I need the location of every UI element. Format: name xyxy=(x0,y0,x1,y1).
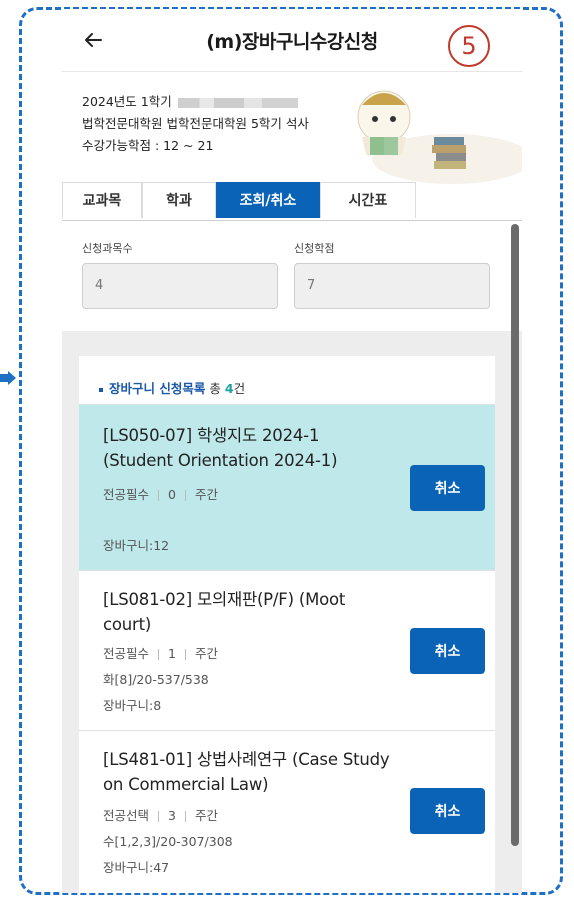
semester-text: 2024년도 1학기 xyxy=(82,94,172,109)
separator xyxy=(184,490,186,501)
redacted-name xyxy=(177,97,298,108)
course-schedule: 화[8]/20-537/538 xyxy=(103,672,209,687)
step-number-badge: 5 xyxy=(448,25,490,67)
count-suffix: 건 xyxy=(233,381,246,396)
cart-count: 장바구니:47 xyxy=(103,860,170,875)
course-credit: 0 xyxy=(168,487,176,502)
program-text: 법학전문대학원 법학전문대학원 5학기 석사 xyxy=(82,116,309,131)
course-schedule: 수[1,2,3]/20-307/308 xyxy=(103,834,233,849)
cart-item[interactable]: [LS081-02] 모의재판(P/F) (Moot court) 전공필수 1 주… xyxy=(79,570,495,730)
cancel-button[interactable]: 취소 xyxy=(410,628,485,674)
course-credit: 1 xyxy=(168,646,176,661)
cancel-button[interactable]: 취소 xyxy=(410,465,485,511)
credit-field: 7 xyxy=(294,263,490,309)
student-info: 2024년도 1학기 법학전문대학원 법학전문대학원 5학기 석사 수강가능학점… xyxy=(82,91,309,157)
separator xyxy=(158,490,160,501)
course-meta: 전공필수 0 주간 xyxy=(103,484,218,503)
pointer-arrow-icon xyxy=(0,371,16,385)
count-number: 4 xyxy=(224,381,234,396)
tab-timetable[interactable]: 시간표 xyxy=(320,182,416,218)
course-credit: 3 xyxy=(168,808,176,823)
tab-bar: 교과목 학과 조회/취소 시간표 xyxy=(62,182,522,220)
square-bullet-icon xyxy=(99,387,103,392)
scrollbar[interactable] xyxy=(511,224,519,846)
mascot-illustration xyxy=(357,90,522,184)
course-name: [LS050-07] 학생지도 2024-1 (Student Orientat… xyxy=(103,426,338,470)
tab-view-cancel[interactable]: 조회/취소 xyxy=(216,182,320,218)
cart-count: 장바구니:8 xyxy=(103,698,162,713)
cart-list-title: 장바구니 신청목록 총 4건 xyxy=(99,378,245,397)
app-header: (m)장바구니수강신청 5 xyxy=(62,9,522,71)
tabs-divider xyxy=(62,220,522,221)
separator xyxy=(184,811,186,822)
credit-label: 신청학점 xyxy=(294,242,335,255)
course-meta: 전공필수 1 주간 xyxy=(103,643,218,662)
cancel-button[interactable]: 취소 xyxy=(410,788,485,834)
header-divider xyxy=(62,71,522,72)
course-type: 전공선택 xyxy=(103,808,150,823)
app-screen: (m)장바구니수강신청 5 2024년도 1학기 법학전문대학원 법학전문대학원… xyxy=(62,9,522,893)
separator xyxy=(158,811,160,822)
course-time-type: 주간 xyxy=(194,646,218,661)
course-meta: 전공선택 3 주간 xyxy=(103,805,218,824)
tab-courses[interactable]: 교과목 xyxy=(62,182,142,218)
cart-title-text: 장바구니 신청목록 xyxy=(109,381,206,396)
credit-range-text: 수강가능학점 : 12 ~ 21 xyxy=(82,138,214,153)
course-count-field: 4 xyxy=(82,263,278,309)
course-name: [LS081-02] 모의재판(P/F) (Moot court) xyxy=(103,590,346,634)
course-time-type: 주간 xyxy=(194,487,218,502)
course-type: 전공필수 xyxy=(103,487,150,502)
cart-item[interactable]: [LS481-01] 상법사례연구 (Case Study on Commerc… xyxy=(79,730,495,893)
tab-department[interactable]: 학과 xyxy=(142,182,216,218)
total-count: 총 4건 xyxy=(209,381,245,396)
total-prefix: 총 xyxy=(209,381,221,396)
cart-count: 장바구니:12 xyxy=(103,538,170,553)
course-name: [LS481-01] 상법사례연구 (Case Study on Commerc… xyxy=(103,750,390,794)
course-time-type: 주간 xyxy=(194,808,218,823)
separator xyxy=(158,649,160,660)
separator xyxy=(184,649,186,660)
course-type: 전공필수 xyxy=(103,646,150,661)
course-count-label: 신청과목수 xyxy=(82,242,133,255)
cart-item[interactable]: [LS050-07] 학생지도 2024-1 (Student Orientat… xyxy=(79,404,495,570)
cart-list-card: 장바구니 신청목록 총 4건 [LS050-07] 학생지도 2024-1 (St… xyxy=(79,356,495,893)
semester-line: 2024년도 1학기 xyxy=(82,91,309,113)
